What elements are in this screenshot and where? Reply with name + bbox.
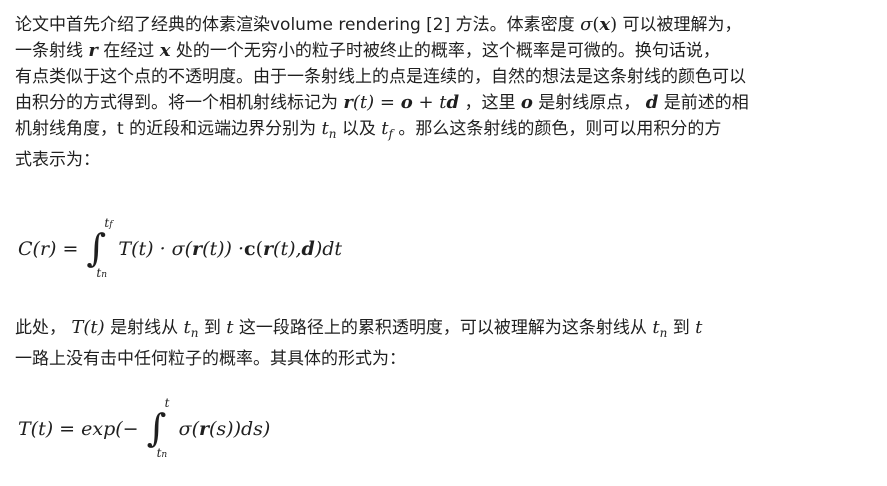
math-term: (t)) ·	[202, 238, 245, 260]
text-line: 此处， T(t) 是射线从 tn 到 t 这一段路径上的累积透明度，可以被理解为…	[15, 315, 877, 346]
math-o: o	[520, 92, 533, 113]
paragraph-intro: 论文中首先介绍了经典的体素渲染volume rendering [2] 方法。体…	[15, 12, 877, 173]
math-o: o	[400, 92, 413, 113]
text-span: 有点类似于这个点的不透明度。由于一条射线上的点是连续的，自然的想法是这条射线的颜…	[15, 67, 746, 87]
text-line: 有点类似于这个点的不透明度。由于一条射线上的点是连续的，自然的想法是这条射线的颜…	[15, 64, 877, 90]
text-span: 是射线从	[104, 318, 184, 338]
math-subscript: n	[161, 450, 168, 460]
math-equals: =	[374, 92, 401, 113]
math-Tt: T(t)	[71, 317, 105, 338]
paragraph-transmittance: 此处， T(t) 是射线从 tn 到 t 这一段路径上的累积透明度，可以被理解为…	[15, 315, 877, 372]
text-span: 式表示为：	[15, 150, 100, 170]
equation-color-integral: C(r) = ∫ tf tn T(t) · σ(r (t)) · c(r (t), …	[18, 216, 343, 280]
text-span: 此处，	[15, 318, 72, 338]
text-line: 一条射线 r 在经过 x 处的一个无穷小的粒子时被终止的概率，这个概率是可微的。…	[15, 38, 877, 64]
text-span: 是射线原点，	[532, 93, 646, 113]
math-r: r	[198, 418, 209, 440]
math-term: T(t) · σ(	[118, 238, 193, 260]
math-t: t	[695, 317, 703, 338]
text-line: 式表示为：	[15, 147, 877, 173]
math-r: r	[88, 40, 98, 61]
math-d: d	[446, 92, 460, 113]
text-span: 。那么这条射线的颜色，则可以用积分的方	[392, 119, 722, 139]
math-t: t	[183, 317, 191, 338]
text-span: 由积分的方式得到。将一个相机射线标记为	[15, 93, 344, 113]
math-t: t	[226, 317, 234, 338]
text-line: 机射线角度，t 的近段和远端边界分别为 tn 以及 tf 。那么这条射线的颜色，…	[15, 116, 877, 147]
math-x: x	[159, 40, 171, 61]
text-span: 这一段路径上的累积透明度，可以被理解为这条射线从	[233, 318, 653, 338]
math-sigma: σ	[580, 14, 593, 35]
text-line: 由积分的方式得到。将一个相机射线标记为 r(t) = o + td ，这里 o …	[15, 90, 877, 116]
math-subscript: f	[109, 220, 113, 230]
math-lhs: C(r) =	[18, 238, 79, 260]
math-x: x	[599, 14, 611, 35]
integral: ∫ t tn	[145, 396, 175, 460]
math-r: r	[343, 92, 353, 113]
text-span: ，这里	[459, 93, 521, 113]
math-d: d	[645, 92, 659, 113]
text-span: 一条射线	[15, 41, 89, 61]
text-span: 在经过	[97, 41, 160, 61]
math-t: t	[381, 118, 389, 139]
integral-upper: t	[164, 396, 170, 410]
math-term: (t),	[273, 238, 302, 260]
text-line: 一路上没有击中任何粒子的概率。其具体的形式为：	[15, 346, 877, 372]
math-c: c	[244, 238, 256, 260]
math-r: r	[192, 238, 203, 260]
math-term: (s))ds)	[209, 418, 271, 440]
text-span: 机射线角度，t 的近段和远端边界分别为	[15, 119, 322, 139]
math-d: d	[301, 238, 315, 260]
math-subscript: n	[101, 270, 108, 280]
equation-transmittance: T(t) = exp(− ∫ t tn σ(r (s))ds)	[18, 396, 271, 460]
integral-lower: tn	[157, 446, 168, 460]
math-term: σ(	[178, 418, 199, 440]
text-span: 一路上没有击中任何粒子的概率。其具体的形式为：	[15, 349, 406, 369]
text-span: 以及	[336, 119, 382, 139]
text-span: 到	[198, 318, 227, 338]
math-plus: +	[412, 92, 440, 113]
text-span: 处的一个无穷小的粒子时被终止的概率，这个概率是可微的。换句话说，	[170, 41, 720, 61]
text-span: 到	[667, 318, 696, 338]
math-t: t	[652, 317, 660, 338]
document-page: 论文中首先介绍了经典的体素渲染volume rendering [2] 方法。体…	[0, 0, 887, 486]
math-t: t	[321, 118, 329, 139]
text-line: 论文中首先介绍了经典的体素渲染volume rendering [2] 方法。体…	[15, 12, 877, 38]
math-term: )dt	[314, 238, 343, 260]
math-t: (t)	[352, 92, 375, 113]
text-span: 是前述的相	[658, 93, 749, 113]
text-span: 可以被理解为，	[617, 15, 742, 35]
math-paren: (	[255, 238, 264, 260]
integral: ∫ tf tn	[84, 216, 114, 280]
math-lhs: T(t) = exp(−	[18, 418, 139, 440]
integral-lower: tn	[96, 266, 107, 280]
math-r: r	[263, 238, 274, 260]
integral-upper: tf	[104, 216, 112, 230]
text-span: 论文中首先介绍了经典的体素渲染volume rendering [2] 方法。体…	[15, 15, 581, 35]
